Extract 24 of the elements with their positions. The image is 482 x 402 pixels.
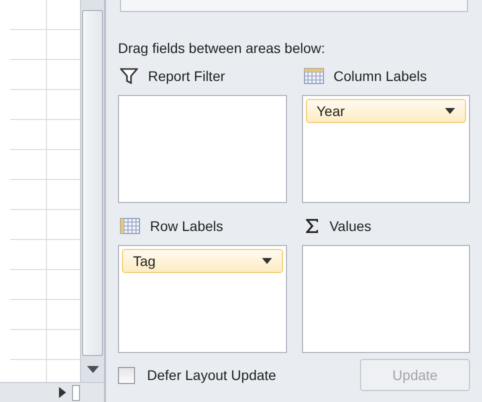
filter-icon: [120, 68, 138, 84]
scroll-down-icon[interactable]: [86, 366, 99, 372]
drop-area[interactable]: Tag: [118, 245, 286, 353]
area-title: Report Filter: [148, 66, 226, 86]
field-button[interactable]: Year: [306, 99, 466, 123]
table-grid-icon: [304, 68, 324, 84]
table-grid-icon: [120, 218, 140, 234]
dropdown-icon[interactable]: [262, 258, 272, 264]
scroll-thumb[interactable]: [82, 10, 103, 356]
instruction-text: Drag fields between areas below:: [118, 39, 326, 58]
drop-area[interactable]: [302, 245, 470, 353]
sigma-icon: [304, 218, 320, 234]
drop-area[interactable]: Year: [302, 95, 470, 203]
area-title: Values: [330, 216, 372, 236]
vertical-scrollbar[interactable]: [80, 0, 104, 382]
area-title: Row Labels: [150, 216, 224, 236]
drop-area[interactable]: [118, 95, 286, 203]
area-title: Column Labels: [334, 66, 427, 86]
defer-layout-label: Defer Layout Update: [147, 366, 276, 385]
dropdown-icon[interactable]: [445, 108, 455, 114]
checkbox[interactable]: [118, 366, 135, 384]
field-button[interactable]: Tag: [122, 249, 282, 273]
scroll-right-icon[interactable]: [59, 387, 66, 398]
split-handle[interactable]: [72, 384, 80, 400]
